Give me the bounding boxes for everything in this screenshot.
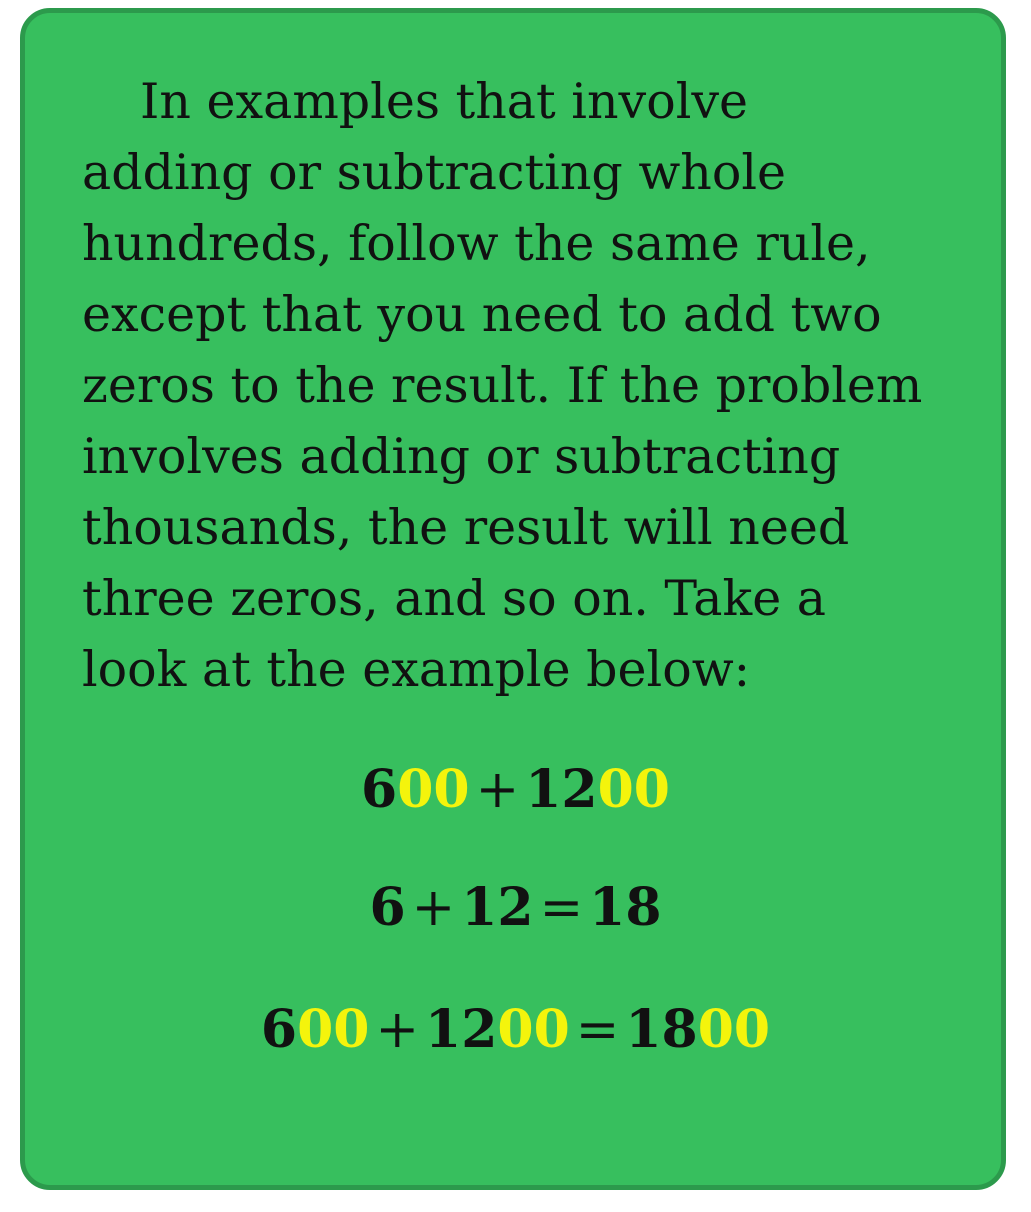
plus-operator: + xyxy=(411,878,456,938)
number-digits: 18 xyxy=(625,999,698,1060)
number-digits: 12 xyxy=(425,999,498,1060)
number: 6 xyxy=(369,877,406,938)
highlighted-zeros: 00 xyxy=(697,999,771,1060)
paragraph-line: three zeros, and so on. Take a xyxy=(82,570,826,627)
equation-simplified: 6 +12 = 18 xyxy=(0,877,1031,939)
explanation-paragraph: In examples that involve adding or subtr… xyxy=(82,66,982,705)
highlighted-zeros: 00 xyxy=(497,999,570,1060)
paragraph-line: adding or subtracting whole xyxy=(82,144,786,201)
number-digits: 6 xyxy=(361,759,398,820)
number: 12 xyxy=(461,877,534,938)
plus-operator: + xyxy=(475,760,520,820)
highlighted-zeros: 00 xyxy=(397,759,470,820)
paragraph-line: thousands, the result will need xyxy=(82,499,850,556)
number-digits: 6 xyxy=(260,999,298,1060)
paragraph-line: In examples that involve xyxy=(140,73,749,130)
equation-hundreds-sum: 600 +1200 xyxy=(0,759,1031,821)
paragraph-line: except that you need to add two xyxy=(82,286,882,343)
number: 18 xyxy=(589,877,662,938)
equals-operator: = xyxy=(575,1000,620,1060)
highlighted-zeros: 00 xyxy=(297,999,370,1060)
equals-operator: = xyxy=(539,878,584,938)
highlighted-zeros: 00 xyxy=(597,759,670,820)
paragraph-line: hundreds, follow the same rule, xyxy=(82,215,871,272)
paragraph-line: involves adding or subtracting xyxy=(82,428,841,485)
equation-full-result: 600 +1200 = 1800 xyxy=(0,999,1031,1061)
paragraph-line: zeros to the result. If the problem xyxy=(82,357,923,414)
number-digits: 12 xyxy=(525,759,598,820)
plus-operator: + xyxy=(375,1000,420,1060)
paragraph-line: look at the example below: xyxy=(82,641,751,698)
